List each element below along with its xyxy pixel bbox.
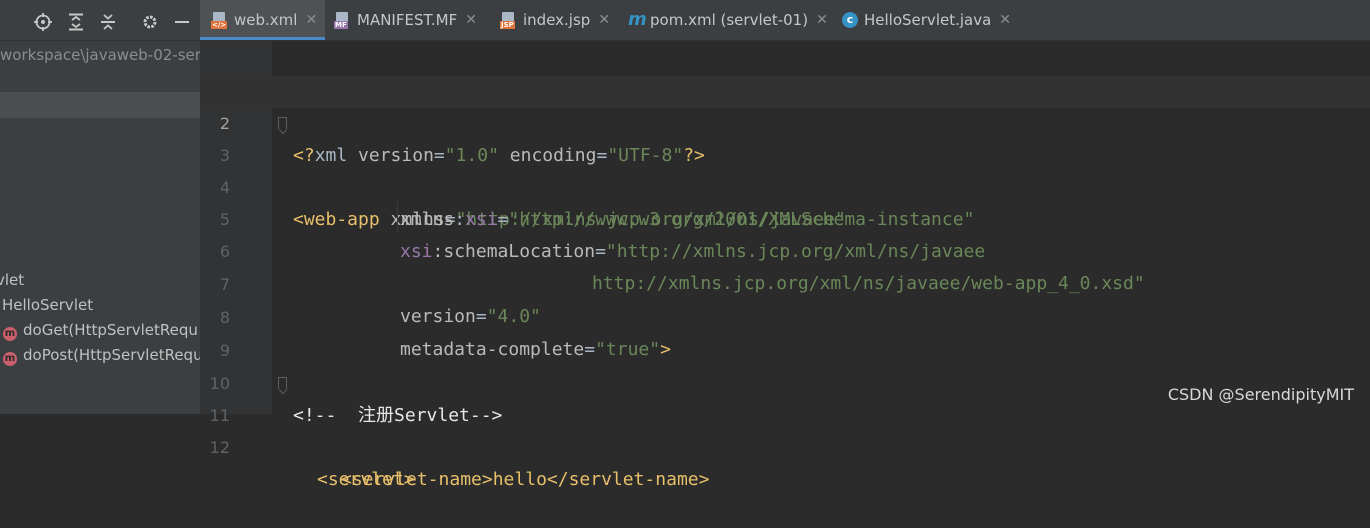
code-line: 3 <web-app xmlns="http://xmlns.jcp.org/x… bbox=[200, 108, 1370, 230]
fold-icon[interactable] bbox=[278, 117, 287, 129]
tab-label: HelloServlet.java bbox=[864, 11, 992, 29]
settings-icon[interactable] bbox=[141, 13, 159, 31]
project-path[interactable]: workspace\javaweb-02-servl bbox=[0, 43, 200, 67]
tab-manifest-mf[interactable]: MF MANIFEST.MF ✕ bbox=[334, 0, 477, 40]
jsp-file-icon: JSP bbox=[500, 12, 517, 29]
tab-label: web.xml bbox=[234, 11, 298, 29]
line-number: 12 bbox=[209, 438, 230, 457]
maven-icon: m bbox=[628, 9, 647, 30]
tab-pom-xml[interactable]: m pom.xml (servlet-01) ✕ bbox=[628, 0, 828, 40]
manifest-file-icon: MF bbox=[334, 12, 351, 29]
code-line: 4 xmlns:xsi="http://www.w3.org/2001/XMLS… bbox=[200, 140, 1370, 230]
tree-item-doget[interactable]: m doGet(HttpServletRequ bbox=[3, 318, 198, 342]
tab-label: MANIFEST.MF bbox=[357, 11, 458, 29]
tree-item-label: vlet bbox=[0, 271, 25, 289]
code-line-current: 2 <?xml version="1.0" encoding="UTF-8"?> bbox=[200, 76, 1370, 166]
code-line: 12 <servlet-name>hello</servlet-name> bbox=[200, 400, 1370, 490]
code-line: 9 bbox=[200, 303, 1370, 360]
selected-tree-row[interactable] bbox=[0, 92, 200, 118]
tree-item-servlet-package[interactable]: vlet bbox=[0, 268, 24, 292]
code-line: 7 version="4.0" bbox=[200, 237, 1370, 327]
hide-icon[interactable] bbox=[173, 13, 191, 31]
tab-index-jsp[interactable]: JSP index.jsp ✕ bbox=[500, 0, 610, 40]
xml-file-icon: </> bbox=[211, 12, 228, 29]
method-icon: m bbox=[3, 352, 17, 366]
tree-item-label: doPost(HttpServletRequ bbox=[23, 346, 200, 364]
method-icon: m bbox=[3, 327, 17, 341]
project-panel: workspace\javaweb-02-servl vlet HelloSer… bbox=[0, 0, 200, 414]
fold-icon[interactable] bbox=[278, 377, 287, 389]
code-editor[interactable]: 1 2 <?xml version="1.0" encoding="UTF-8"… bbox=[200, 41, 1370, 490]
close-icon[interactable]: ✕ bbox=[598, 12, 610, 28]
java-class-icon: c bbox=[842, 12, 858, 28]
locate-icon[interactable] bbox=[34, 13, 52, 31]
tree-item-label: HelloServlet bbox=[2, 296, 94, 314]
tree-item-label: doGet(HttpServletRequ bbox=[23, 321, 198, 339]
close-icon[interactable]: ✕ bbox=[816, 12, 828, 28]
close-icon[interactable]: ✕ bbox=[465, 12, 477, 28]
project-toolbar bbox=[0, 0, 200, 41]
code-line: 8 metadata-complete="true"> bbox=[200, 270, 1370, 360]
expand-all-icon[interactable] bbox=[67, 13, 85, 31]
code-line: 10 <!-- 注册Servlet--> bbox=[200, 336, 1370, 426]
code-line: 6 http://xmlns.jcp.org/xml/ns/javaee/web… bbox=[200, 204, 1370, 294]
tree-item-helloservlet[interactable]: HelloServlet bbox=[2, 293, 93, 317]
tab-label: pom.xml (servlet-01) bbox=[650, 11, 809, 29]
editor-tab-bar: </> web.xml ✕ MF MANIFEST.MF ✕ JSP index… bbox=[200, 0, 1370, 41]
code-line: 5 xsi:schemaLocation="http://xmlns.jcp.o… bbox=[200, 172, 1370, 262]
tab-helloservlet-java[interactable]: c HelloServlet.java ✕ bbox=[842, 0, 1011, 40]
watermark: CSDN @SerendipityMIT bbox=[1167, 385, 1354, 404]
code-line: 1 bbox=[200, 43, 1370, 100]
collapse-all-icon[interactable] bbox=[99, 13, 117, 31]
tree-item-dopost[interactable]: m doPost(HttpServletRequ bbox=[3, 343, 200, 367]
close-icon[interactable]: ✕ bbox=[305, 12, 317, 28]
close-icon[interactable]: ✕ bbox=[999, 12, 1011, 28]
tab-label: index.jsp bbox=[523, 11, 591, 29]
tab-web-xml[interactable]: </> web.xml ✕ bbox=[200, 0, 325, 40]
